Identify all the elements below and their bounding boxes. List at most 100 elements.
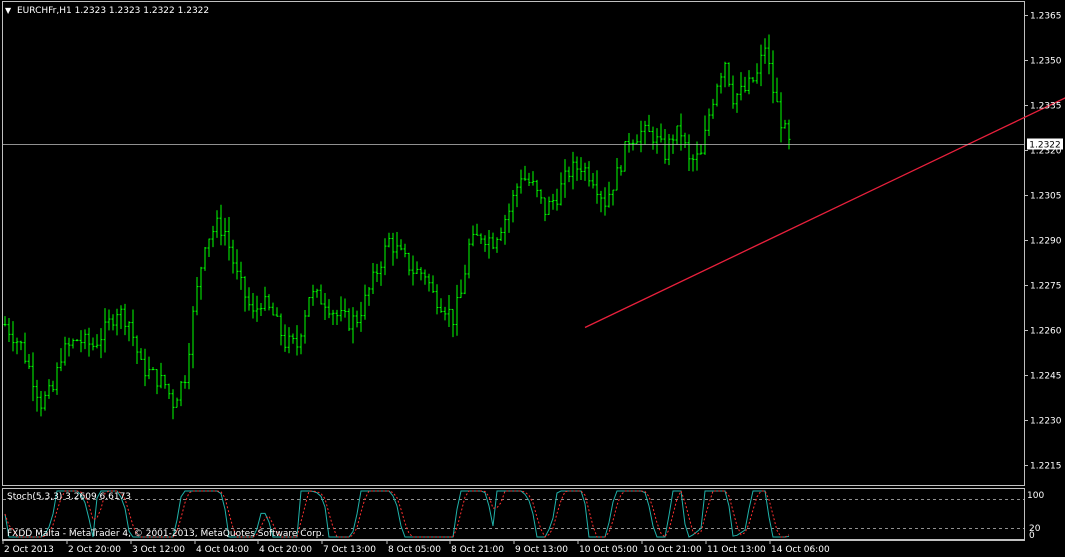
ohlc-bar bbox=[463, 264, 467, 295]
ohlc-bar bbox=[771, 50, 775, 104]
x-tick-label: 3 Oct 12:00 bbox=[132, 545, 185, 555]
trendline[interactable] bbox=[584, 0, 1065, 329]
ohlc-bar bbox=[667, 134, 671, 166]
ohlc-bar bbox=[615, 158, 619, 191]
y-tick-label: 1.2215 bbox=[1030, 462, 1062, 472]
ohlc-bar bbox=[107, 309, 111, 331]
ohlc-bar bbox=[203, 246, 207, 271]
ohlc-bar bbox=[363, 284, 367, 320]
ohlc-bar bbox=[695, 141, 699, 171]
ohlc-bar bbox=[531, 171, 535, 186]
ohlc-bar bbox=[331, 309, 335, 325]
ohlc-bar bbox=[419, 267, 423, 281]
ohlc-bar bbox=[439, 298, 443, 313]
ohlc-bar bbox=[159, 362, 163, 389]
ohlc-bar bbox=[271, 302, 275, 316]
ohlc-bar bbox=[187, 343, 191, 390]
ohlc-bar bbox=[543, 197, 547, 222]
ohlc-bar bbox=[495, 237, 499, 253]
ohlc-bar bbox=[115, 308, 119, 336]
x-tick-label: 8 Oct 05:00 bbox=[388, 545, 441, 555]
ohlc-bar bbox=[95, 334, 99, 349]
ohlc-bar bbox=[675, 125, 679, 145]
ohlc-bar bbox=[103, 308, 107, 353]
ohlc-bar bbox=[571, 151, 575, 190]
ohlc-bar bbox=[711, 98, 715, 119]
ohlc-bar bbox=[155, 369, 159, 395]
ohlc-bar bbox=[507, 203, 511, 233]
ohlc-bar bbox=[259, 303, 263, 317]
x-tick-label: 7 Oct 13:00 bbox=[323, 545, 376, 555]
ohlc-bar bbox=[527, 172, 531, 186]
ohlc-bars bbox=[3, 34, 791, 420]
ohlc-bar bbox=[71, 338, 75, 349]
ohlc-bar bbox=[731, 75, 735, 109]
ohlc-bar bbox=[11, 321, 15, 352]
ohlc-bar bbox=[135, 335, 139, 364]
ohlc-bar bbox=[523, 165, 527, 181]
ohlc-bar bbox=[575, 156, 579, 181]
x-tick-label: 4 Oct 20:00 bbox=[259, 545, 312, 555]
y-tick-label: 1.2230 bbox=[1030, 417, 1062, 427]
ohlc-bar bbox=[655, 128, 659, 154]
ohlc-bar bbox=[235, 249, 239, 280]
ohlc-bar bbox=[143, 348, 147, 387]
ohlc-bar bbox=[403, 243, 407, 258]
ohlc-bar bbox=[487, 229, 491, 259]
ohlc-bar bbox=[163, 374, 167, 389]
last-price-label: 1.2322 bbox=[1029, 141, 1061, 151]
ohlc-bar bbox=[555, 188, 559, 211]
ohlc-bar bbox=[399, 239, 403, 251]
ohlc-bar bbox=[299, 333, 303, 355]
ohlc-bar bbox=[7, 318, 11, 342]
ohlc-bar bbox=[175, 397, 179, 408]
ohlc-bar bbox=[379, 261, 383, 286]
ohlc-bar bbox=[367, 286, 371, 306]
y-tick-label: 1.2245 bbox=[1030, 372, 1062, 382]
ohlc-bar bbox=[539, 189, 543, 204]
ohlc-bar bbox=[359, 301, 363, 332]
ohlc-bar bbox=[319, 284, 323, 305]
ohlc-bar bbox=[427, 273, 431, 292]
ohlc-bar bbox=[759, 44, 763, 87]
ohlc-bar bbox=[295, 325, 299, 356]
ohlc-bar bbox=[499, 227, 503, 241]
ohlc-bar bbox=[303, 309, 307, 344]
ohlc-bar bbox=[587, 161, 591, 187]
ohlc-bar bbox=[323, 293, 327, 320]
ohlc-bar bbox=[47, 379, 51, 399]
ohlc-bar bbox=[623, 141, 627, 172]
ohlc-bar bbox=[243, 276, 247, 312]
y-tick-label: 1.2365 bbox=[1030, 12, 1062, 22]
last-price-marker: 1.2322 bbox=[1027, 138, 1063, 151]
ohlc-bar bbox=[251, 293, 255, 319]
ohlc-bar bbox=[183, 375, 187, 389]
ohlc-bar bbox=[151, 367, 155, 371]
ohlc-bar bbox=[535, 179, 539, 198]
ohlc-bar bbox=[179, 380, 183, 407]
ohlc-bar bbox=[735, 93, 739, 113]
ohlc-bar bbox=[459, 279, 463, 299]
ohlc-bar bbox=[751, 77, 755, 83]
ohlc-bar bbox=[635, 134, 639, 144]
ohlc-bar bbox=[747, 70, 751, 95]
ohlc-bar bbox=[247, 287, 251, 311]
chart-menu-icon[interactable]: ▼ bbox=[5, 6, 12, 15]
price-chart[interactable]: 1.23651.23501.23351.23201.23051.22901.22… bbox=[0, 0, 1065, 557]
ohlc-bar bbox=[339, 296, 343, 322]
ohlc-bar bbox=[443, 306, 447, 321]
indicator-scale-bottom: 0 bbox=[1029, 531, 1035, 541]
ohlc-bar bbox=[147, 356, 151, 380]
ohlc-bar bbox=[99, 328, 103, 359]
ohlc-bar bbox=[355, 310, 359, 328]
ohlc-bar bbox=[643, 120, 647, 145]
ohlc-bar bbox=[139, 348, 143, 360]
ohlc-bar bbox=[79, 330, 83, 353]
ohlc-bar bbox=[307, 297, 311, 317]
ohlc-bar bbox=[215, 210, 219, 238]
ohlc-bar bbox=[415, 261, 419, 275]
ohlc-bar bbox=[707, 108, 711, 136]
ohlc-bar bbox=[391, 232, 395, 266]
symbol-header: EURCHFr,H1 1.2323 1.2323 1.2322 1.2322 bbox=[17, 6, 209, 16]
y-tick-label: 1.2275 bbox=[1030, 282, 1062, 292]
